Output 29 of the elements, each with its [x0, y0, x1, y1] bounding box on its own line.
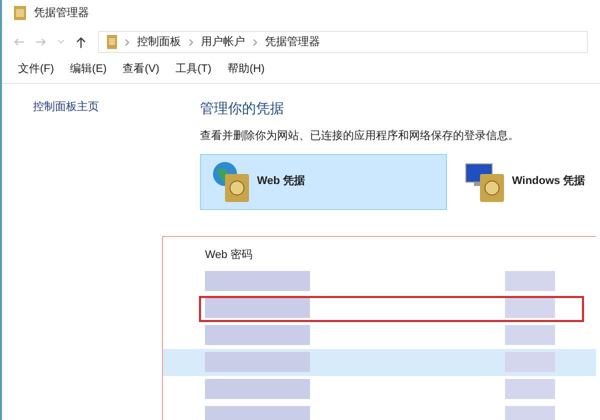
- vault-icon: [107, 35, 117, 49]
- address-bar[interactable]: 控制面板 用户帐户 凭据管理器: [98, 31, 588, 53]
- menu-item[interactable]: 文件(F): [18, 60, 54, 78]
- chevron-icon: [253, 38, 257, 46]
- blurred-text: [505, 325, 555, 345]
- credential-tab[interactable]: Web 凭据: [200, 154, 447, 210]
- description-text: 查看并删除你为网站、已连接的应用程序和网络保存的登录信息。: [200, 128, 520, 144]
- menu-item[interactable]: 编辑(E): [70, 60, 107, 78]
- back-icon[interactable]: [14, 38, 24, 46]
- menu-item[interactable]: 工具(T): [175, 60, 212, 78]
- menu-item[interactable]: 查看(V): [122, 60, 160, 78]
- up-icon[interactable]: [76, 36, 86, 48]
- blurred-text: [505, 271, 555, 291]
- chevron-icon: [189, 38, 193, 46]
- breadcrumb-item[interactable]: 用户帐户: [201, 34, 245, 50]
- breadcrumb-item[interactable]: 控制面板: [137, 34, 181, 50]
- page-heading: 管理你的凭据: [200, 99, 285, 118]
- blurred-text: [505, 298, 555, 318]
- dropdown-icon[interactable]: [58, 40, 64, 44]
- chevron-icon: [125, 38, 129, 46]
- blurred-text: [505, 406, 555, 420]
- breadcrumb-item[interactable]: 凭据管理器: [265, 34, 320, 50]
- menu-item[interactable]: 帮助(H): [227, 60, 265, 78]
- sidebar-link[interactable]: 控制面板主页: [33, 101, 99, 113]
- window-title: 凭据管理器: [34, 6, 89, 21]
- section-title: Web 密码: [205, 248, 254, 263]
- blurred-text: [505, 379, 555, 399]
- vault-icon: [14, 6, 26, 20]
- forward-icon[interactable]: [36, 38, 46, 46]
